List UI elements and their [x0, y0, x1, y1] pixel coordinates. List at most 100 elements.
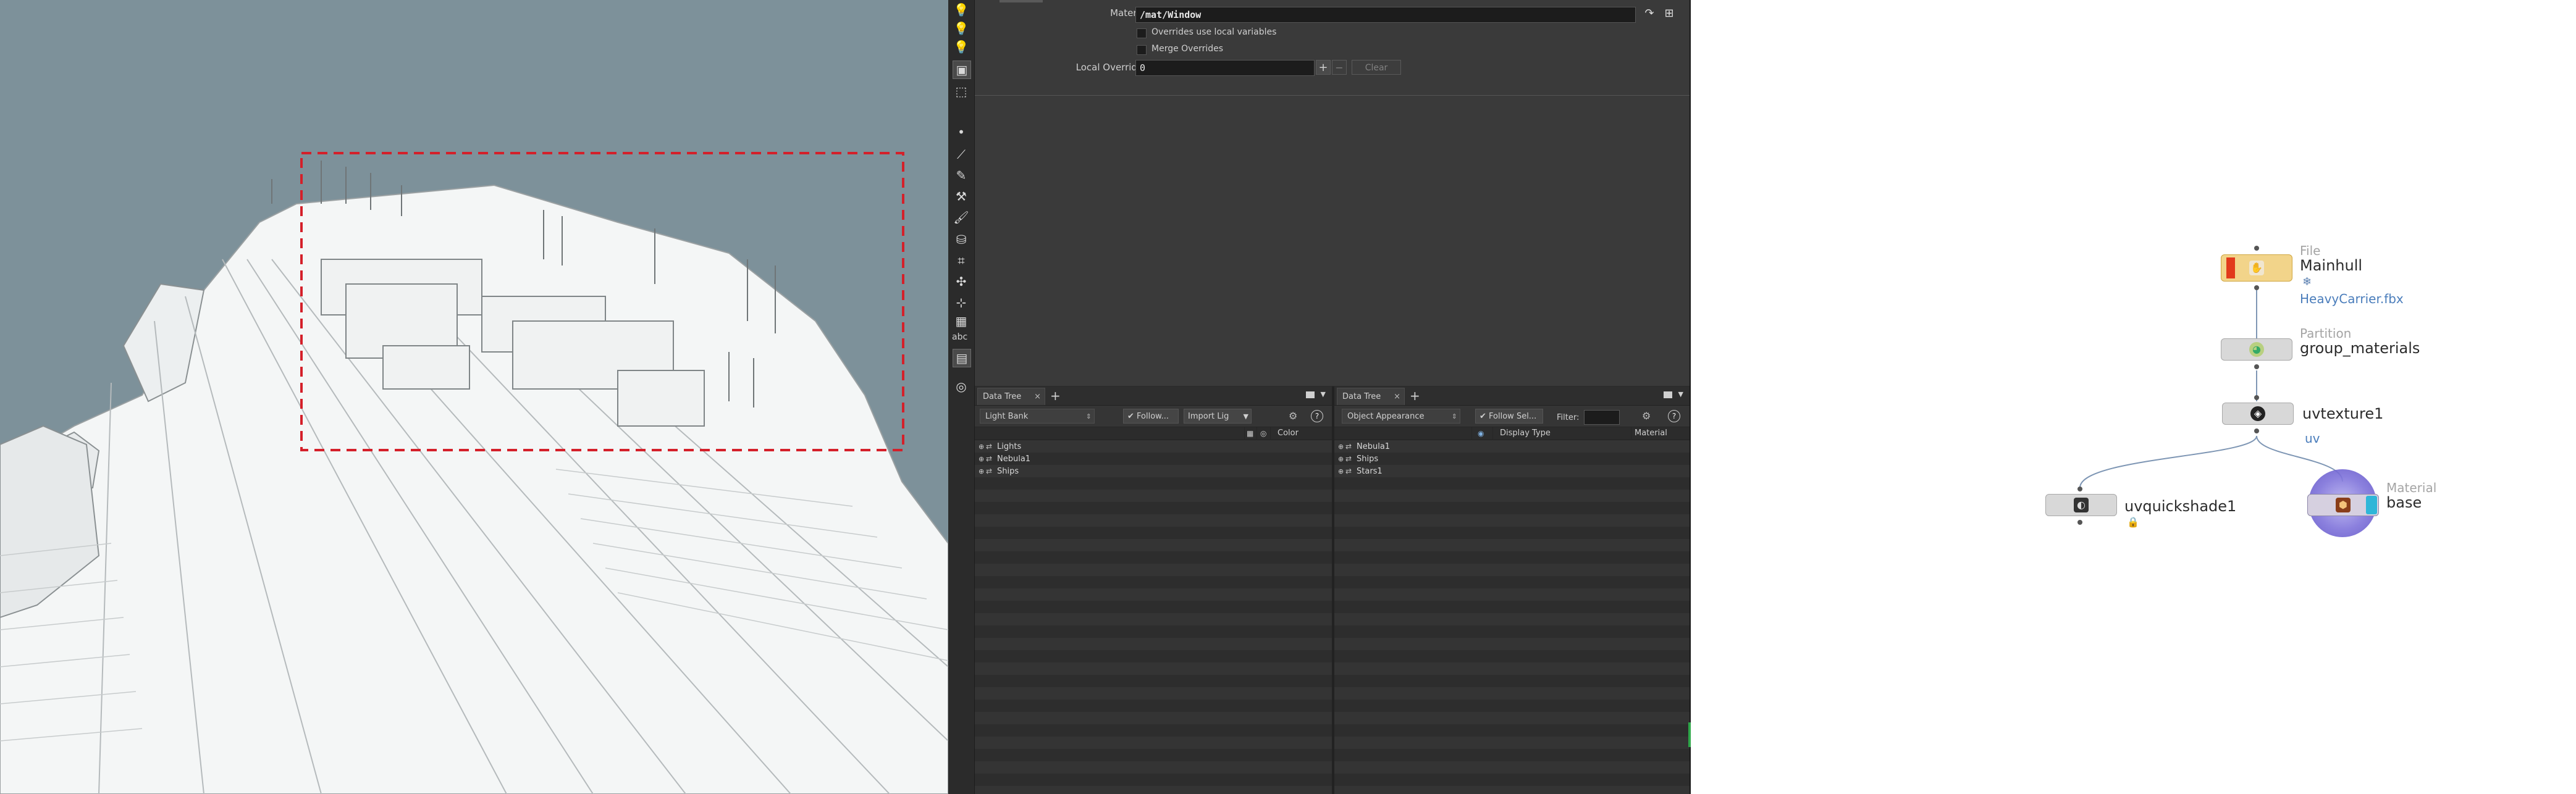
- output-port[interactable]: [2254, 285, 2259, 290]
- vertex-icon[interactable]: •: [953, 123, 970, 141]
- scene-viewport[interactable]: [0, 0, 948, 794]
- view-type-select[interactable]: Light Bank ⇕: [980, 409, 1095, 424]
- jump-to-icon[interactable]: ↷: [1641, 5, 1658, 22]
- node-name-label[interactable]: uvquickshade1: [2124, 498, 2236, 515]
- pane-menu-icon[interactable]: [1306, 391, 1315, 398]
- expand-icon[interactable]: ⊕: [1338, 466, 1345, 478]
- camera-icon[interactable]: ▣: [953, 61, 971, 79]
- node-name-label[interactable]: group_materials: [2300, 340, 2420, 357]
- tree-row-stars1[interactable]: ⊕ ⇄ Stars1: [1338, 465, 1383, 477]
- select-icon[interactable]: ⬚: [953, 83, 970, 100]
- display-flag[interactable]: [2226, 257, 2235, 278]
- tree-row-ships[interactable]: ⊕ ⇄ Ships: [979, 465, 1019, 477]
- node-chooser-icon[interactable]: ⊞: [1661, 5, 1678, 22]
- view-type-select[interactable]: Object Appearance ⇕: [1342, 409, 1460, 424]
- filter-label: Filter:: [1557, 413, 1580, 422]
- node-uvtexture1[interactable]: ◈: [2222, 403, 2294, 425]
- node-name-label[interactable]: uvtexture1: [2302, 405, 2383, 422]
- clear-overrides-button[interactable]: Clear: [1352, 60, 1401, 75]
- node-base-material[interactable]: ⬢: [2307, 494, 2379, 516]
- input-port[interactable]: [2254, 395, 2259, 400]
- expand-icon[interactable]: ⊕: [1338, 453, 1345, 466]
- import-lights-button[interactable]: Import Lig ▼: [1184, 409, 1252, 424]
- row-label: Ships: [1357, 454, 1379, 464]
- follow-selection-button[interactable]: ✔ Follow...: [1123, 409, 1179, 424]
- expand-icon[interactable]: ⊕: [979, 466, 986, 478]
- edge-icon[interactable]: ⟋: [953, 146, 970, 163]
- grid-icon[interactable]: ▦: [953, 312, 970, 330]
- settings-gear-icon[interactable]: ⚙: [1642, 410, 1651, 422]
- chevron-updown-icon: ⇕: [1451, 412, 1457, 420]
- follow-selection-button[interactable]: ✔ Follow Sel...: [1475, 409, 1543, 424]
- merge-overrides-checkbox[interactable]: [1137, 45, 1147, 55]
- column-color[interactable]: Color: [1277, 427, 1299, 440]
- data-tree-object-appearance: Data Tree × + ▼ Object Appearance ⇕ ✔ Fol…: [1334, 387, 1690, 794]
- settings-gear-icon[interactable]: ⚙: [1289, 410, 1297, 422]
- transform-icon[interactable]: ✣: [953, 273, 970, 290]
- crop-icon[interactable]: ⌗: [953, 252, 970, 269]
- tree-toolbar: Light Bank ⇕ ✔ Follow... Import Lig ▼ ⚙ ?: [975, 406, 1332, 427]
- sculpt-icon[interactable]: ⚒: [953, 188, 970, 205]
- node-name-label[interactable]: base: [2386, 494, 2422, 511]
- node-name-label[interactable]: Mainhull: [2300, 257, 2362, 274]
- eye-icon[interactable]: ◉: [1478, 427, 1484, 440]
- tree-row-nebula1[interactable]: ⊕ ⇄ Nebula1: [979, 453, 1030, 465]
- tab-label: Data Tree: [1342, 392, 1381, 401]
- node-file-path: HeavyCarrier.fbx: [2300, 291, 2404, 306]
- output-port[interactable]: [2077, 520, 2082, 525]
- local-overrides-count-field[interactable]: 0: [1135, 60, 1315, 76]
- lock-icon[interactable]: 🔒: [2127, 516, 2139, 528]
- tree-row-nebula1[interactable]: ⊕ ⇄ Nebula1: [1338, 440, 1390, 453]
- paint-icon[interactable]: ✎: [953, 167, 970, 184]
- close-tab-icon[interactable]: ×: [1034, 388, 1041, 406]
- input-port[interactable]: [2254, 246, 2259, 251]
- material-icon: ⬢: [2336, 498, 2351, 512]
- light-icon[interactable]: 💡: [953, 20, 970, 37]
- column-material[interactable]: Material: [1635, 427, 1667, 440]
- expand-icon[interactable]: ⊕: [1338, 441, 1345, 453]
- network-editor[interactable]: ✋ File Mainhull ❄ HeavyCarrier.fbx ◕ Par…: [1691, 0, 2576, 794]
- help-icon[interactable]: ?: [1311, 410, 1323, 422]
- pane-menu-icon[interactable]: [1664, 391, 1672, 398]
- column-header: ◉ Display Type Material: [1334, 427, 1690, 440]
- solo-column-icon[interactable]: ◎: [1260, 427, 1266, 440]
- node-wires: [2079, 290, 2343, 488]
- tab-bar: Data Tree × + ▼: [1334, 387, 1690, 406]
- brush-icon[interactable]: 🖌: [953, 209, 970, 226]
- help-icon[interactable]: ?: [1668, 410, 1680, 422]
- pane-menu-arrow-icon[interactable]: ▼: [1678, 390, 1683, 398]
- display-icon[interactable]: ▤: [953, 349, 971, 367]
- input-port[interactable]: [2077, 487, 2082, 491]
- tab-data-tree[interactable]: Data Tree ×: [977, 388, 1045, 405]
- add-tab-icon[interactable]: +: [1410, 388, 1420, 404]
- output-flag[interactable]: [2366, 496, 2377, 514]
- close-tab-icon[interactable]: ×: [1394, 388, 1400, 406]
- snap-icon[interactable]: ◎: [953, 378, 970, 395]
- pivot-icon[interactable]: ⊹: [953, 294, 970, 311]
- output-port[interactable]: [2254, 428, 2259, 433]
- light-icon[interactable]: 💡: [953, 1, 970, 19]
- pane-menu-arrow-icon[interactable]: ▼: [1321, 390, 1326, 398]
- overrides-local-checkbox[interactable]: [1137, 28, 1147, 38]
- node-uvquickshade1[interactable]: ◐: [2045, 494, 2117, 516]
- node-group-materials[interactable]: ◕: [2221, 338, 2292, 361]
- node-mainhull[interactable]: ✋: [2221, 254, 2292, 282]
- expand-icon[interactable]: ⊕: [979, 441, 986, 453]
- light-icon[interactable]: 💡: [953, 38, 970, 56]
- stamp-icon[interactable]: ⛁: [953, 231, 970, 248]
- tree-row-lights[interactable]: ⊕ ⇄ Lights: [979, 440, 1021, 453]
- add-override-button[interactable]: +: [1316, 60, 1331, 75]
- text-tool-label[interactable]: abc: [952, 332, 967, 342]
- visibility-column-icon[interactable]: ▦: [1247, 427, 1253, 440]
- material-path-field[interactable]: /mat/Window: [1135, 7, 1636, 23]
- local-overrides-label: Local Overrides: [1075, 62, 1148, 73]
- expand-icon[interactable]: ⊕: [979, 453, 986, 466]
- remove-override-button[interactable]: −: [1332, 60, 1347, 75]
- output-port[interactable]: [2254, 364, 2259, 369]
- add-tab-icon[interactable]: +: [1050, 388, 1061, 404]
- status-indicator: [1688, 722, 1691, 747]
- filter-input[interactable]: [1584, 410, 1620, 425]
- tab-data-tree[interactable]: Data Tree ×: [1337, 388, 1405, 405]
- tree-row-ships[interactable]: ⊕ ⇄ Ships: [1338, 453, 1378, 465]
- column-display-type[interactable]: Display Type: [1500, 427, 1551, 440]
